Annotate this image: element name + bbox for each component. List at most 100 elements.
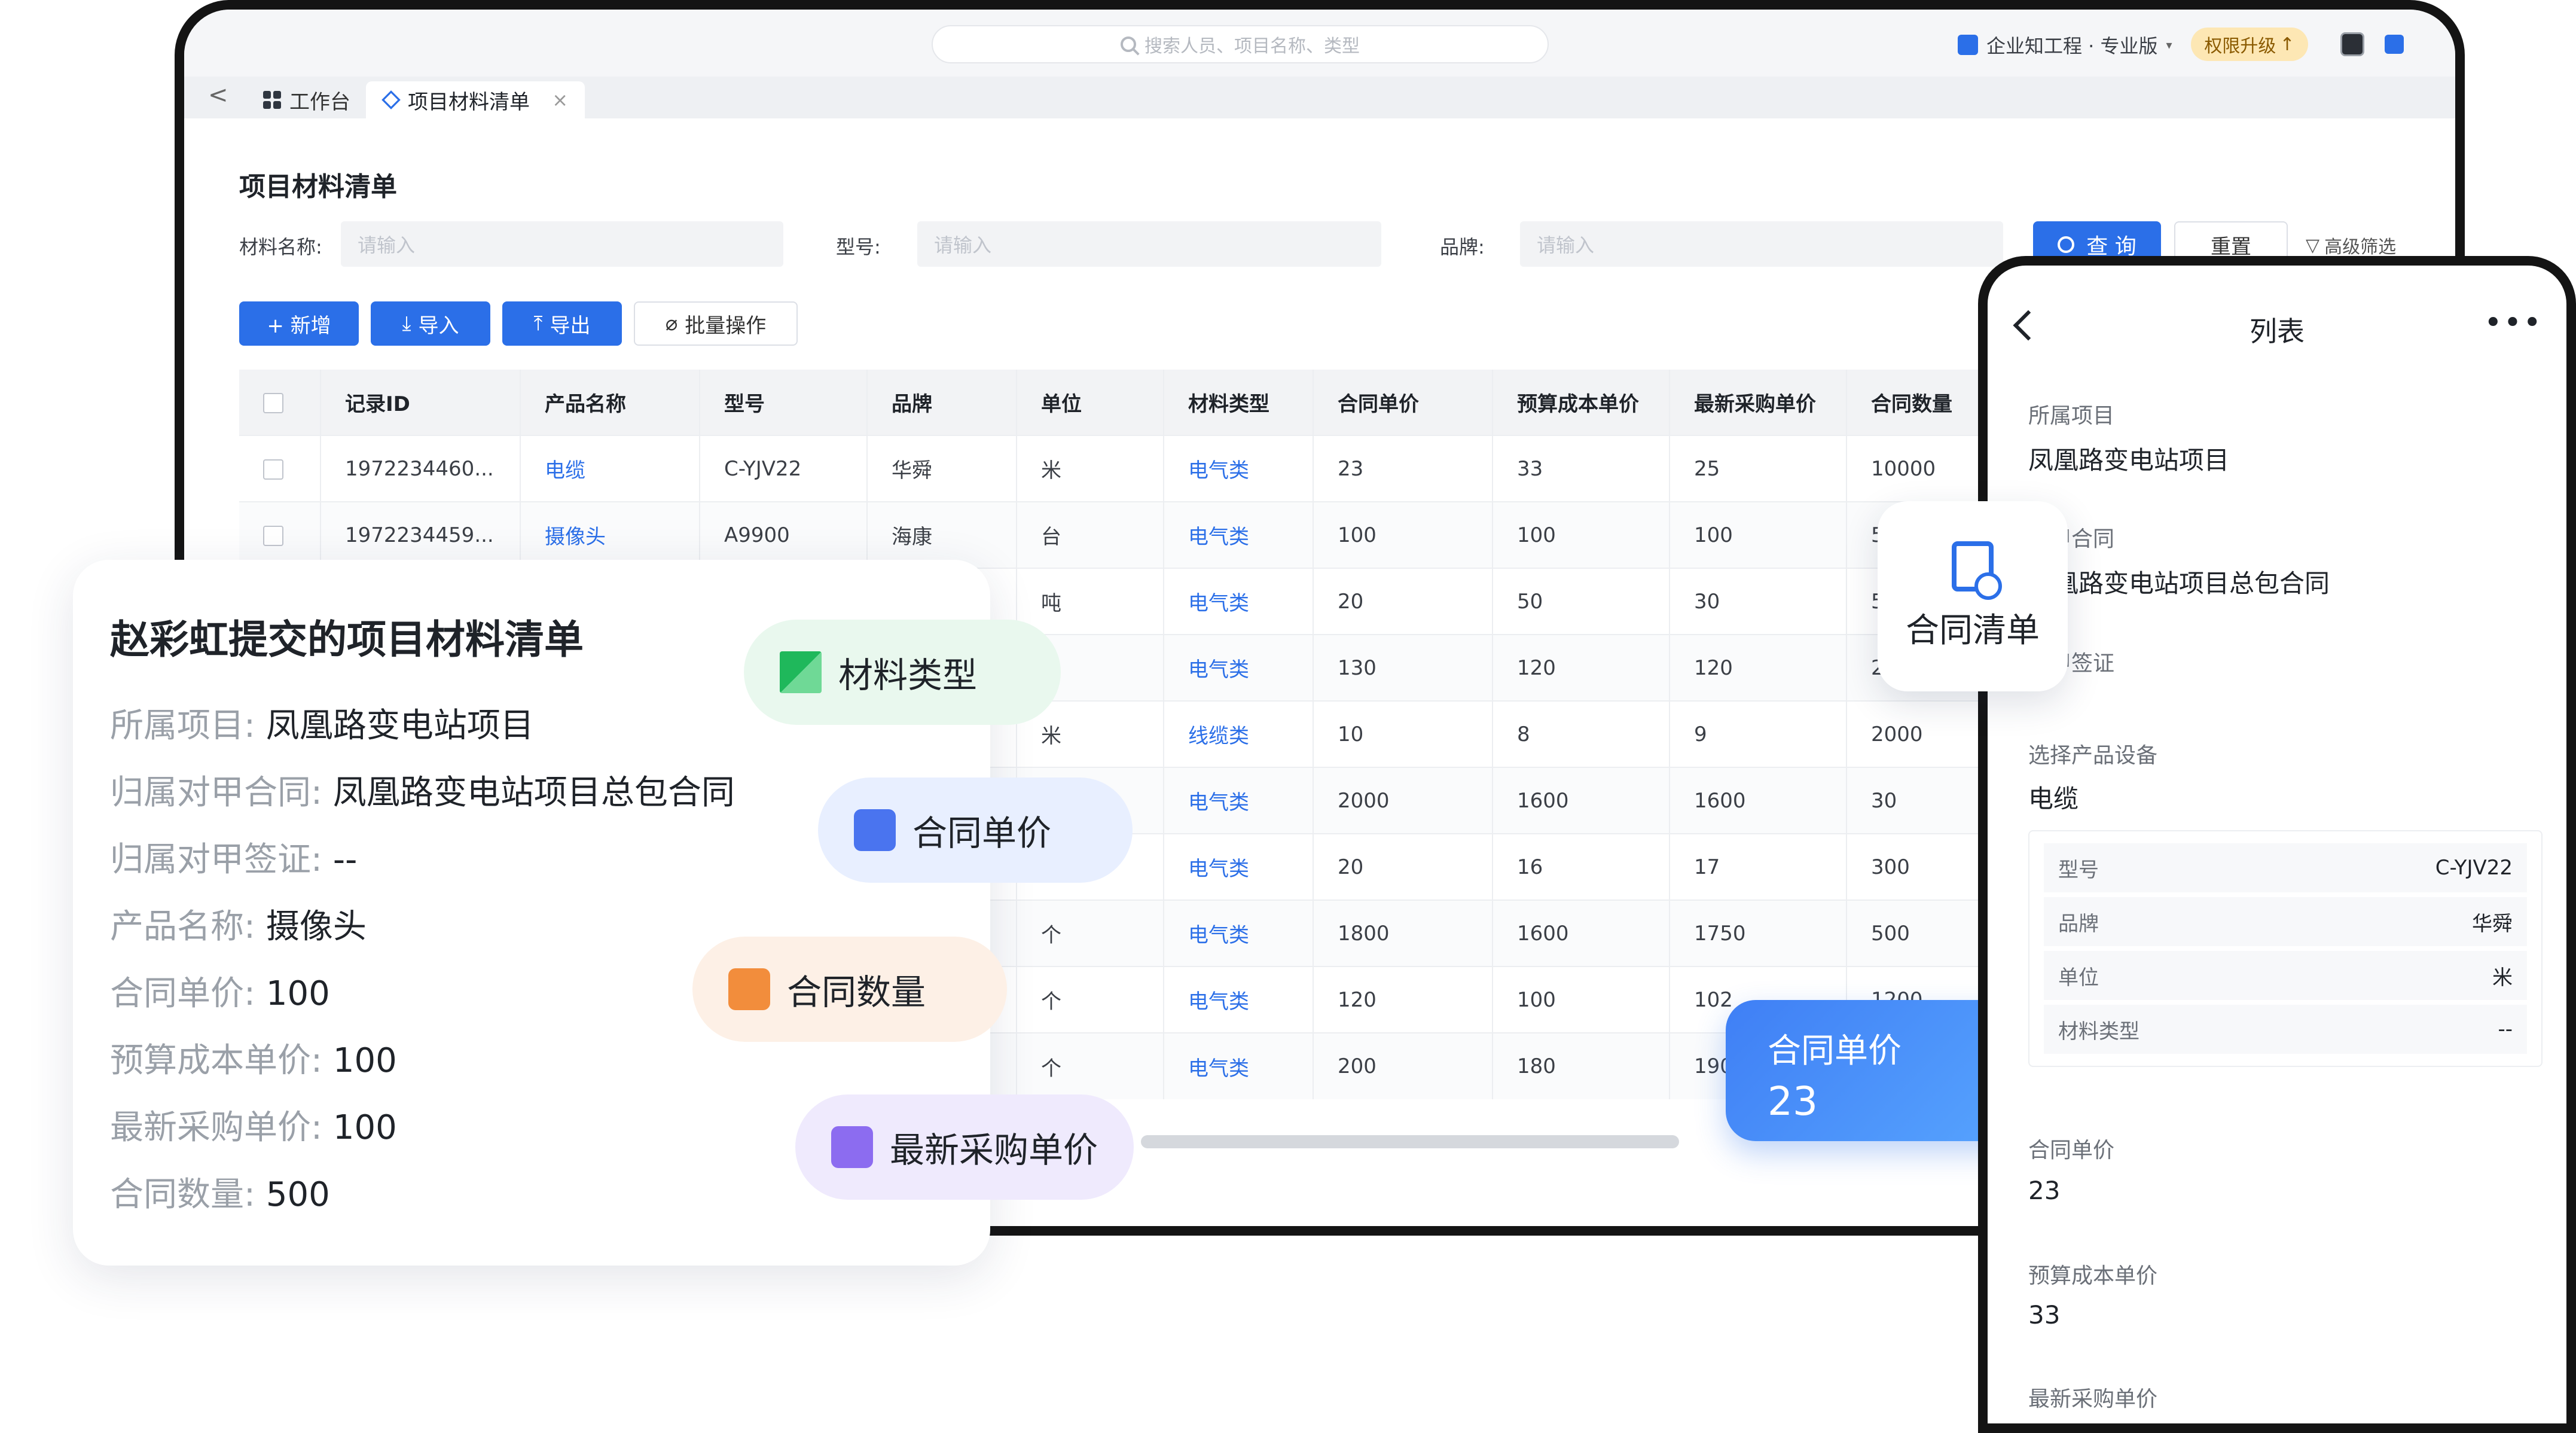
arrow-up-icon: ↑	[2279, 33, 2295, 55]
detail-row: 预算成本单价: 100	[110, 1041, 397, 1080]
table-cell: 100	[1493, 501, 1670, 568]
batch-button[interactable]: ⌀ 批量操作	[634, 301, 798, 346]
org-switcher[interactable]: 企业知工程 · 专业版 ▾	[1958, 31, 2172, 59]
page-title: 项目材料清单	[239, 172, 397, 202]
col-unit[interactable]: 单位	[1017, 370, 1164, 435]
filter-label-name: 材料名称:	[239, 236, 322, 258]
col-brand[interactable]: 品牌	[867, 370, 1017, 435]
filter-icon: ▽	[2306, 234, 2320, 256]
table-cell: 20	[1313, 833, 1493, 900]
table-cell: 30	[1669, 568, 1847, 635]
table-cell: 个	[1017, 900, 1164, 966]
detail-row: 归属对甲签证: --	[110, 840, 358, 879]
product-label: 选择产品设备	[2028, 743, 2158, 768]
filter-label-brand: 品牌:	[1440, 236, 1485, 258]
table-cell[interactable]: 电气类	[1164, 634, 1314, 701]
brand-input[interactable]: 请输入	[1520, 221, 2003, 267]
project-value: 凤凰路变电站项目	[2028, 446, 2230, 475]
model-input[interactable]: 请输入	[917, 221, 1381, 267]
theme-blue-icon[interactable]	[2385, 35, 2404, 54]
contract-tile-label: 合同清单	[1906, 611, 2040, 650]
clipboard-icon	[831, 1126, 873, 1168]
add-button[interactable]: + 新增	[239, 301, 359, 346]
col-budget-price[interactable]: 预算成本单价	[1493, 370, 1670, 435]
row-checkbox[interactable]	[239, 435, 321, 502]
advanced-filter-label: 高级筛选	[2324, 237, 2397, 258]
row-checkbox[interactable]	[239, 501, 321, 568]
pill-label: 合同数量	[787, 972, 926, 1013]
spec-row: 材料类型 --	[2044, 1005, 2527, 1054]
pill-label: 合同单价	[912, 813, 1052, 853]
latest-price-pill: 最新采购单价	[795, 1094, 1134, 1200]
spec-row: 单位米	[2044, 951, 2527, 1000]
upgrade-label: 权限升级	[2204, 36, 2276, 57]
table-cell: 2000	[1313, 767, 1493, 834]
table-cell: 17	[1669, 833, 1847, 900]
table-cell: 130	[1313, 634, 1493, 701]
material-type-pill: 材料类型	[744, 620, 1061, 725]
advanced-filter-button[interactable]: ▽ 高级筛选	[2306, 232, 2396, 258]
table-cell[interactable]: 电气类	[1164, 568, 1314, 635]
tab-workbench[interactable]: 工作台	[246, 81, 367, 118]
col-record-id[interactable]: 记录ID	[321, 370, 521, 435]
detail-row: 合同数量: 500	[110, 1175, 330, 1214]
table-cell[interactable]: 电气类	[1164, 1032, 1314, 1099]
detail-row: 合同单价: 100	[110, 974, 330, 1013]
contract-doc-icon	[1952, 541, 2002, 600]
table-cell: 1972234460...	[321, 435, 521, 502]
pill-label: 最新采购单价	[890, 1130, 1098, 1170]
close-icon[interactable]: ×	[552, 89, 568, 111]
spec-row: 型号 C-YJV22	[2044, 843, 2527, 892]
back-icon[interactable]: <	[208, 81, 228, 109]
table-cell: C-YJV22	[700, 435, 868, 502]
search-icon	[1121, 36, 1136, 52]
budget-value: 33	[2028, 1300, 2061, 1330]
col-product-name[interactable]: 产品名称	[520, 370, 700, 435]
table-cell[interactable]: 电气类	[1164, 767, 1314, 834]
horizontal-scrollbar[interactable]	[1141, 1135, 1679, 1148]
contract-value: 凤凰路变电站项目总包合同	[2028, 569, 2330, 598]
table-cell[interactable]: 线缆类	[1164, 700, 1314, 767]
contract-list-tile[interactable]: 合同清单	[1878, 501, 2068, 691]
table-cell: 120	[1493, 634, 1670, 701]
tab-material-list[interactable]: 项目材料清单 ×	[366, 81, 585, 118]
table-cell: 台	[1017, 501, 1164, 568]
table-cell[interactable]: 摄像头	[520, 501, 700, 568]
table-cell: 1600	[1493, 767, 1670, 834]
import-icon: ⤓	[402, 312, 411, 336]
table-cell: 1800	[1313, 900, 1493, 966]
global-search-input[interactable]: 搜索人员、项目名称、类型	[932, 25, 1549, 63]
table-cell: 120	[1313, 966, 1493, 1033]
pill-label: 材料类型	[838, 655, 978, 696]
export-button[interactable]: ⤒ 导出	[502, 301, 622, 346]
col-latest-price[interactable]: 最新采购单价	[1669, 370, 1847, 435]
import-button[interactable]: ⤓ 导入	[371, 301, 490, 346]
detail-row: 归属对甲合同: 凤凰路变电站项目总包合同	[110, 773, 735, 812]
grid-icon	[263, 91, 281, 109]
table-cell[interactable]: 电气类	[1164, 501, 1314, 568]
export-icon: ⤒	[533, 312, 543, 336]
more-icon[interactable]: •••	[2484, 305, 2543, 341]
table-cell: 16	[1493, 833, 1670, 900]
table-cell: 米	[1017, 435, 1164, 502]
upgrade-button[interactable]: 权限升级 ↑	[2191, 28, 2308, 61]
spec-box: 型号 C-YJV22 品牌 华舜 单位米 材料类型 --	[2028, 830, 2543, 1067]
phone-title: 列表	[2250, 315, 2305, 347]
material-name-input[interactable]: 请输入	[341, 221, 783, 267]
detail-row: 最新采购单价: 100	[110, 1108, 397, 1147]
select-all-checkbox[interactable]	[239, 370, 321, 435]
org-icon	[1958, 35, 1978, 55]
col-contract-price[interactable]: 合同单价	[1313, 370, 1493, 435]
theme-dark-icon[interactable]	[2340, 32, 2364, 56]
col-model[interactable]: 型号	[700, 370, 868, 435]
col-material-type[interactable]: 材料类型	[1164, 370, 1314, 435]
table-cell[interactable]: 电缆	[520, 435, 700, 502]
table-cell: 33	[1493, 435, 1670, 502]
table-cell[interactable]: 电气类	[1164, 435, 1314, 502]
contract-qty-pill: 合同数量	[692, 937, 1007, 1042]
table-cell: 1600	[1669, 767, 1847, 834]
table-cell[interactable]: 电气类	[1164, 900, 1314, 966]
product-value[interactable]: 电缆	[2028, 779, 2078, 815]
table-cell[interactable]: 电气类	[1164, 833, 1314, 900]
table-cell[interactable]: 电气类	[1164, 966, 1314, 1033]
